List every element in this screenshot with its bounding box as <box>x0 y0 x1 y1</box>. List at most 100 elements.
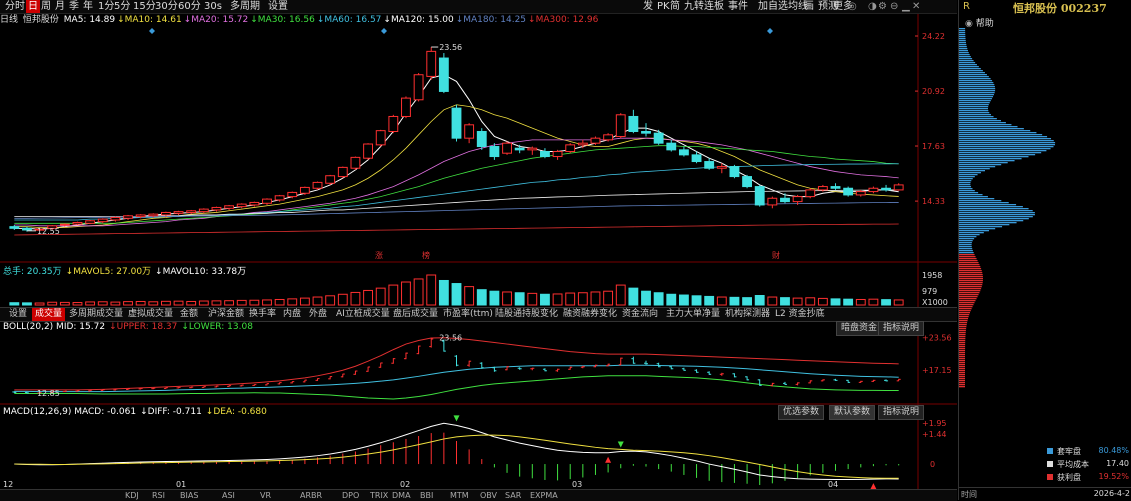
chip-legend-row: 获利盘 19.52% <box>1047 471 1131 484</box>
time-label: 时间 <box>961 490 977 499</box>
volume-bar <box>792 297 803 306</box>
volume-bar <box>653 292 664 306</box>
candle-body <box>85 220 96 224</box>
chip-bar <box>959 212 1035 214</box>
chip-bar <box>959 102 990 104</box>
volume-bar <box>438 279 449 306</box>
chip-bar <box>959 48 968 50</box>
chip-bar <box>959 110 989 112</box>
tab-8[interactable]: 外盘 <box>306 308 330 321</box>
bottom-indicator-12[interactable]: SAR <box>505 490 521 501</box>
month-label: 02 <box>400 480 411 489</box>
chip-bar <box>959 108 988 110</box>
boll-help-button[interactable]: 指标说明 <box>878 321 925 336</box>
tab-10[interactable]: 盘后成交量 <box>390 308 441 321</box>
chip-bar <box>959 54 970 56</box>
chip-bar <box>959 152 1042 154</box>
candle-body <box>438 57 449 92</box>
volume-bar <box>489 290 500 306</box>
volume-bar <box>375 287 386 306</box>
volume-bar <box>198 300 209 306</box>
chip-bar <box>959 68 981 70</box>
time-row: 时间 2026-4-2 <box>959 487 1131 500</box>
chip-bar <box>959 216 1033 218</box>
bottom-indicator-13[interactable]: EXPMA <box>530 490 558 501</box>
tab-7[interactable]: 内盘 <box>280 308 304 321</box>
chip-bar <box>959 176 975 178</box>
volume-bar <box>691 295 702 306</box>
legend-swatch <box>1047 474 1053 480</box>
tab-0[interactable]: 设置 <box>6 308 30 321</box>
chip-bar <box>959 254 975 256</box>
chip-bar <box>959 330 966 332</box>
chip-bar <box>959 324 967 326</box>
bottom-indicator-2[interactable]: BIAS <box>180 490 198 501</box>
boll-value-1: ↓UPPER: 18.37 <box>109 322 178 332</box>
tab-6[interactable]: 换手率 <box>246 308 279 321</box>
macd-help-button[interactable]: 指标说明 <box>878 405 925 420</box>
chip-bar <box>959 84 995 86</box>
optimal-params-button[interactable]: 优选参数 <box>778 405 825 420</box>
bottom-indicator-8[interactable]: DMA <box>392 490 411 501</box>
event-marker[interactable]: 财 <box>772 250 780 260</box>
tab-14[interactable]: 资金流向 <box>619 308 661 321</box>
chip-bar <box>959 144 1056 146</box>
volume-bar <box>34 302 45 306</box>
candle-body <box>22 227 32 231</box>
volume-bar <box>678 294 689 306</box>
tab-11[interactable]: 市盈率(ttm) <box>440 308 496 321</box>
event-marker[interactable]: 榜 <box>422 250 430 260</box>
chip-bar <box>959 80 993 82</box>
chip-bar <box>959 306 973 308</box>
event-diamond[interactable] <box>767 28 773 34</box>
tab-9[interactable]: AI立桩成交量 <box>333 308 393 321</box>
bottom-indicator-7[interactable]: TRIX <box>370 490 388 501</box>
chip-bar <box>959 154 1036 156</box>
chip-bar <box>959 180 972 182</box>
bottom-indicator-6[interactable]: DPO <box>342 490 359 501</box>
tab-12[interactable]: 陆股通持股变化 <box>492 308 561 321</box>
event-marker[interactable]: 涨 <box>375 250 383 260</box>
macd-signal-arrow <box>453 415 460 422</box>
candle-body <box>236 203 247 208</box>
tab-4[interactable]: 金额 <box>177 308 201 321</box>
bottom-indicator-1[interactable]: RSI <box>152 490 165 501</box>
chip-bar <box>959 94 994 96</box>
tab-13[interactable]: 融资融券变化 <box>560 308 620 321</box>
legend-label: 平均成本 <box>1057 460 1089 469</box>
chip-bar <box>959 270 982 272</box>
macd-signal-arrow <box>617 441 624 448</box>
tab-3[interactable]: 虚拟成交量 <box>125 308 176 321</box>
volume-bar <box>123 301 133 306</box>
tab-2[interactable]: 多周期成交量 <box>66 308 126 321</box>
chip-bar <box>959 44 967 46</box>
event-diamond[interactable] <box>381 28 387 34</box>
bottom-indicator-11[interactable]: OBV <box>480 490 497 501</box>
volume-bar <box>211 300 222 306</box>
event-diamond[interactable] <box>149 28 155 34</box>
candle-body <box>641 130 651 134</box>
candle-body <box>527 147 538 151</box>
bottom-indicator-4[interactable]: VR <box>260 490 271 501</box>
default-params-button[interactable]: 默认参数 <box>829 405 876 420</box>
bottom-indicator-10[interactable]: MTM <box>450 490 469 501</box>
tab-16[interactable]: 机构探测器 <box>722 308 773 321</box>
bottom-indicator-5[interactable]: ARBR <box>300 490 322 501</box>
bottom-indicator-0[interactable]: KDJ <box>125 490 139 501</box>
volume-bar <box>666 293 677 306</box>
candle-body <box>767 197 778 206</box>
candle-body <box>161 211 171 216</box>
bottom-indicator-3[interactable]: ASI <box>222 490 235 501</box>
chip-bar <box>959 146 1054 148</box>
chip-legend-row: 套牢盘 80.48% <box>1047 445 1131 458</box>
tab-1[interactable]: 成交量 <box>32 308 66 321</box>
candle-body <box>830 186 841 189</box>
tab-5[interactable]: 沪深金额 <box>205 308 247 321</box>
bottom-indicator-9[interactable]: BBI <box>420 490 433 501</box>
dark-pool-button[interactable]: 暗盘资金 <box>836 321 883 336</box>
chip-bar <box>959 276 983 278</box>
chip-bar <box>959 236 977 238</box>
tab-15[interactable]: 主力大单净量 <box>663 308 723 321</box>
chip-bar <box>959 134 1043 136</box>
tab-17[interactable]: L2 资金抄底 <box>772 308 828 321</box>
